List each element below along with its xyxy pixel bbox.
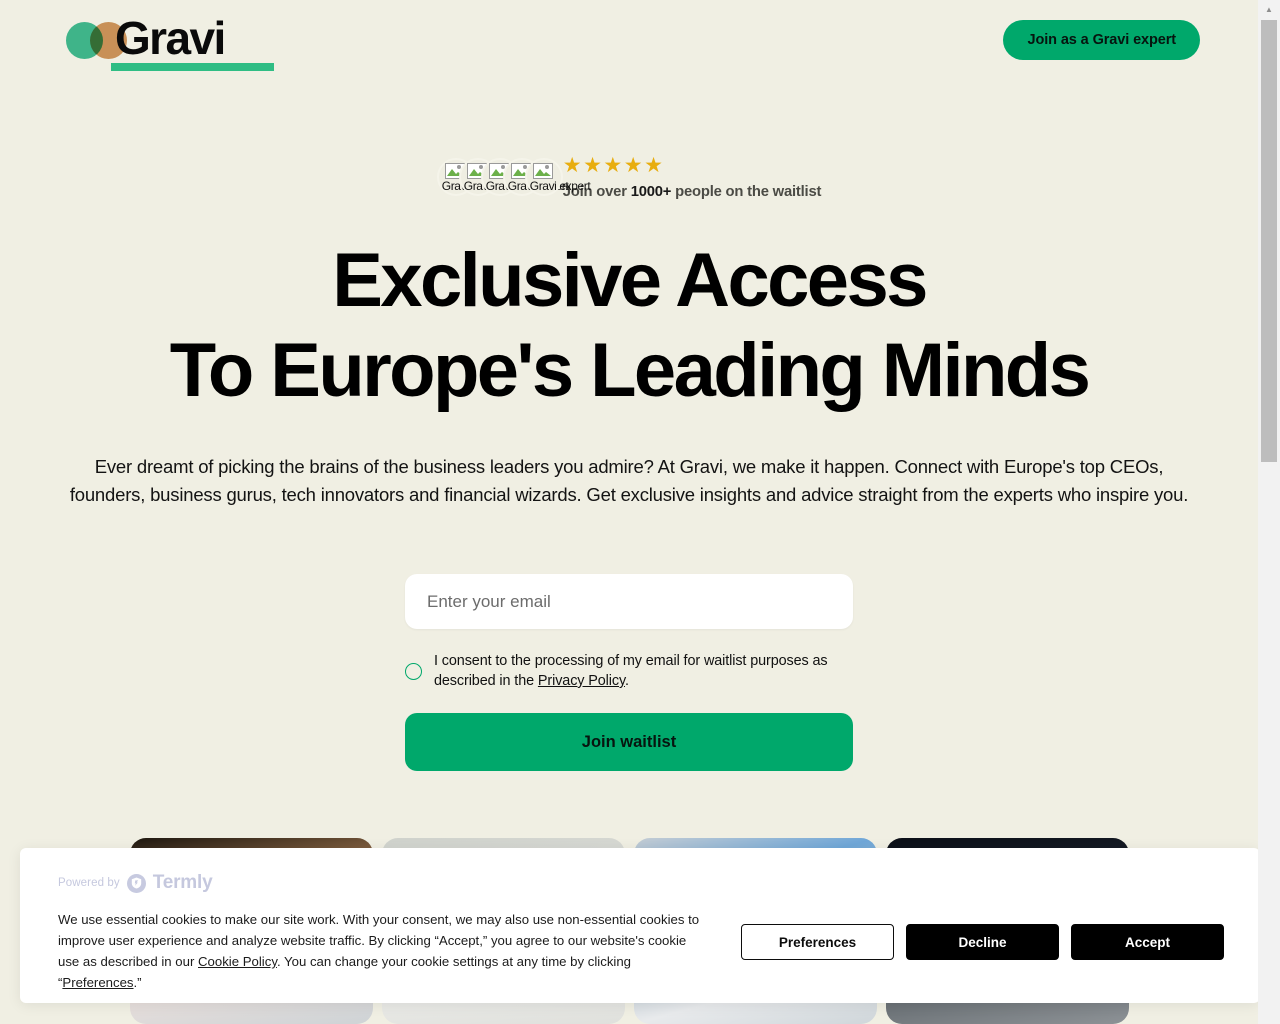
cookie-banner-text: We use essential cookies to make our sit… — [58, 909, 706, 993]
broken-image-icon — [532, 163, 553, 179]
join-waitlist-button[interactable]: Join waitlist — [405, 713, 853, 771]
waitlist-signup-form: I consent to the processing of my email … — [405, 574, 853, 771]
consent-label: I consent to the processing of my email … — [434, 651, 853, 691]
privacy-policy-link[interactable]: Privacy Policy — [538, 673, 625, 689]
consent-text-after: . — [625, 673, 629, 689]
avatar-alt-text: Gravi expert — [529, 179, 591, 193]
hero-section: Gravi expert Gravi expert — [0, 80, 1258, 771]
avatar: Gravi expert — [524, 158, 591, 196]
page-viewport: Gravi Join as a Gravi expert Gravi exper… — [0, 0, 1258, 1024]
cookie-text-part3: .” — [133, 975, 142, 990]
site-header: Gravi Join as a Gravi expert — [0, 0, 1258, 80]
headline-line-1: Exclusive Access — [332, 238, 928, 323]
cookie-decline-button[interactable]: Decline — [906, 924, 1059, 960]
headline-line-2: To Europe's Leading Minds — [169, 328, 1091, 413]
cookie-accept-button[interactable]: Accept — [1071, 924, 1224, 960]
consent-text-before: I consent to the processing of my email … — [434, 653, 828, 689]
scrollbar-thumb[interactable] — [1261, 20, 1277, 462]
cookie-policy-link[interactable]: Cookie Policy — [198, 954, 277, 969]
termly-shield-icon — [126, 873, 146, 893]
powered-by-label: Powered by — [58, 877, 120, 889]
logo-underline — [111, 63, 274, 71]
email-input[interactable] — [405, 574, 853, 629]
cookie-consent-banner: Powered by Termly We use essential cooki… — [20, 848, 1258, 1003]
termly-brand-name: Termly — [152, 872, 213, 893]
hero-subcopy: Ever dreamt of picking the brains of the… — [69, 456, 1189, 505]
vertical-scrollbar[interactable]: ▲ — [1258, 0, 1280, 1024]
cookie-banner-actions: Preferences Decline Accept — [741, 924, 1224, 960]
rating-block: ★★★★★ Join over 1000+ people on the wait… — [562, 153, 822, 200]
waitlist-count-label: Join over 1000+ people on the waitlist — [563, 183, 822, 200]
site-logo[interactable]: Gravi — [66, 12, 274, 71]
preferences-link[interactable]: Preferences — [62, 975, 133, 990]
consent-checkbox[interactable] — [405, 662, 422, 680]
cookie-banner-content: Powered by Termly We use essential cooki… — [58, 872, 741, 993]
logo-wordmark: Gravi — [115, 12, 226, 64]
waitlist-count: 1000+ — [630, 183, 672, 200]
scroll-up-arrow-icon[interactable]: ▲ — [1258, 0, 1280, 18]
consent-row: I consent to the processing of my email … — [405, 651, 853, 691]
page-title: Exclusive Access To Europe's Leading Min… — [0, 243, 1258, 409]
powered-by-termly: Powered by Termly — [58, 872, 741, 894]
termly-glyph-icon — [131, 877, 141, 889]
join-as-expert-button[interactable]: Join as a Gravi expert — [1003, 20, 1200, 60]
waitlist-suffix: people on the waitlist — [671, 183, 822, 200]
social-proof: Gravi expert Gravi expert — [0, 153, 1258, 201]
avatar-group: Gravi expert Gravi expert — [436, 155, 591, 199]
star-rating-icon: ★★★★★ — [562, 153, 665, 177]
cookie-preferences-button[interactable]: Preferences — [741, 924, 894, 960]
